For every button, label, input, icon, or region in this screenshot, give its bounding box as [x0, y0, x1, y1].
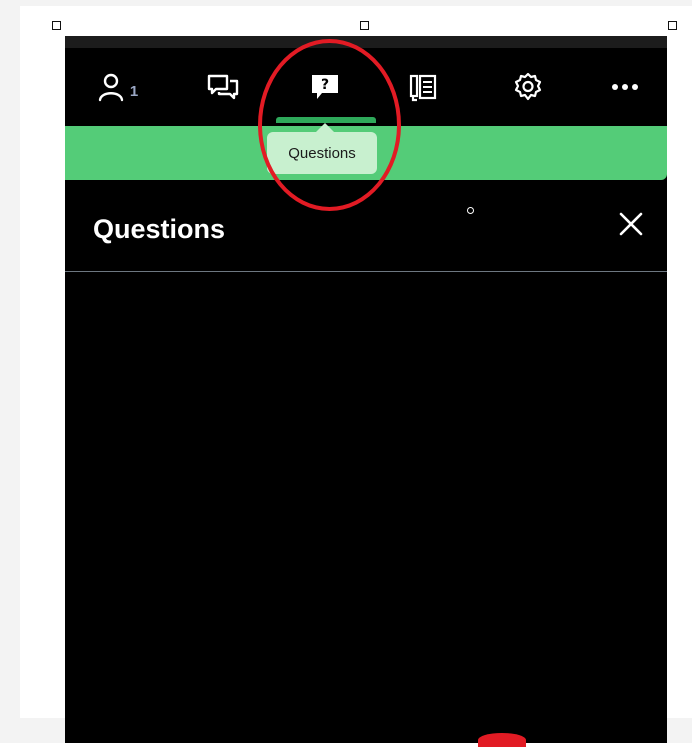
person-icon [98, 73, 124, 102]
annotation-mark [478, 733, 526, 747]
questions-list-area [65, 272, 667, 743]
participants-button[interactable]: 1 [77, 48, 157, 126]
more-icon [612, 84, 638, 90]
chat-icon [207, 74, 239, 100]
close-icon[interactable] [613, 206, 649, 242]
participants-count: 1 [129, 82, 139, 100]
selection-handle-top-center[interactable] [360, 21, 369, 30]
selection-handle-top-left[interactable] [52, 21, 61, 30]
gear-icon [514, 72, 542, 101]
selection-handle-top-right[interactable] [668, 21, 677, 30]
title-strip [65, 36, 667, 48]
more-button[interactable] [585, 48, 665, 126]
rotation-handle[interactable] [467, 207, 474, 214]
annotation-circle [258, 39, 401, 211]
settings-button[interactable] [488, 48, 568, 126]
notes-icon [409, 74, 437, 102]
chat-button[interactable] [183, 48, 263, 126]
panel-title: Questions [93, 214, 226, 244]
